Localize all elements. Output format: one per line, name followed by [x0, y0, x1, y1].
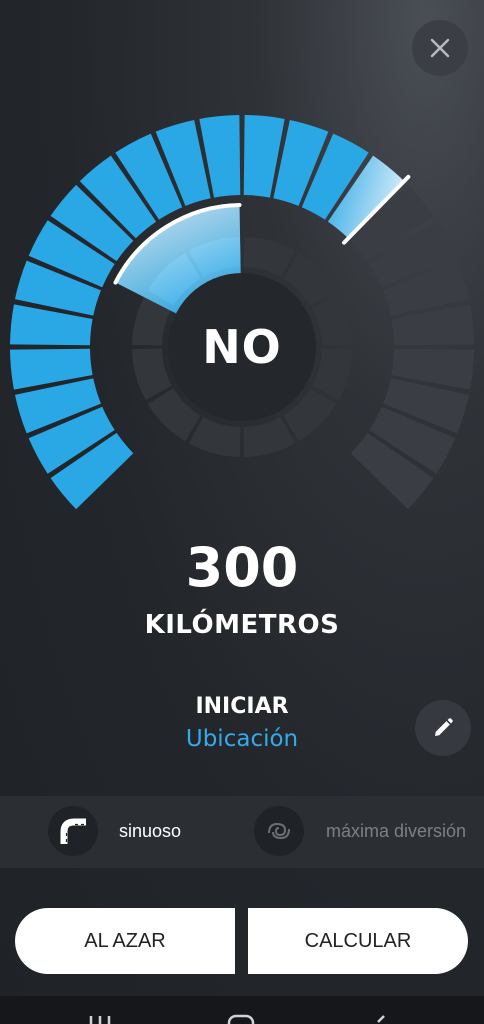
calculate-button[interactable]: CALCULAR [248, 908, 468, 974]
system-nav-bar [0, 996, 484, 1024]
random-button[interactable]: AL AZAR [15, 908, 235, 974]
option-max-fun[interactable] [254, 806, 304, 856]
option-max-fun-label[interactable]: máxima diversión [326, 821, 466, 842]
edit-start-button[interactable] [415, 700, 471, 756]
route-options-bar: sinuoso máxima diversión [0, 796, 484, 868]
gauge-center-label: NO [202, 320, 282, 374]
pencil-icon [435, 718, 453, 736]
gauge-inner-segment[interactable] [188, 417, 241, 457]
option-winding[interactable] [48, 806, 98, 856]
close-icon [430, 38, 450, 58]
close-button[interactable] [412, 20, 468, 76]
winding-road-icon [60, 818, 86, 844]
distance-unit: KILÓMETROS [144, 610, 340, 640]
start-title: INICIAR [195, 694, 289, 719]
gauge-inner-segment[interactable] [243, 237, 296, 277]
option-winding-label[interactable]: sinuoso [119, 821, 181, 842]
swirl-icon [268, 822, 290, 840]
back-icon[interactable] [372, 1014, 392, 1024]
home-icon[interactable] [227, 1014, 255, 1024]
distance-value: 300 [185, 536, 299, 599]
recent-apps-icon[interactable] [88, 1014, 112, 1024]
start-location-link[interactable]: Ubicación [0, 726, 484, 752]
gauge-inner-segment[interactable] [243, 417, 296, 457]
